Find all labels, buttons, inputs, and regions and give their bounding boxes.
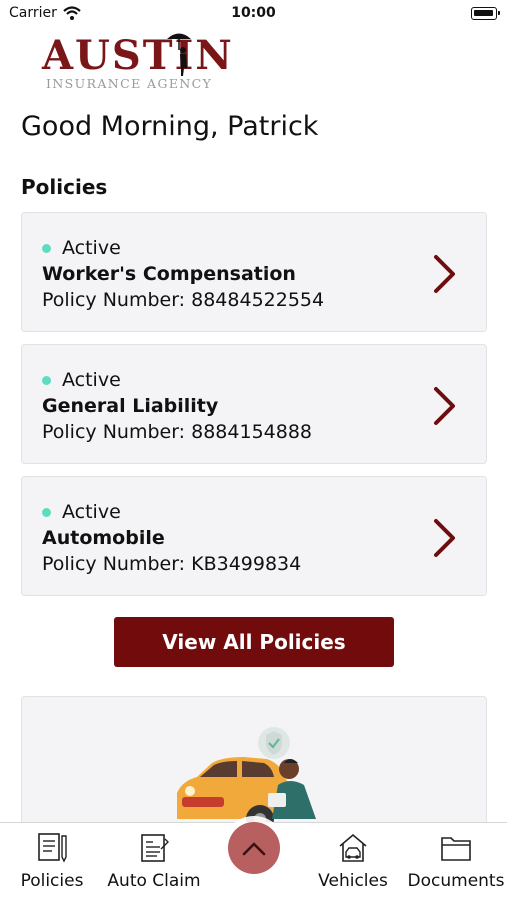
chevron-right-icon (434, 519, 455, 557)
policy-status: Active (42, 501, 121, 523)
policy-title: General Liability (42, 395, 219, 417)
austin-logo: AUSTIN INSURANCE AGENCY (42, 30, 232, 92)
policy-status: Active (42, 237, 121, 259)
view-all-policies-button[interactable]: View All Policies (114, 617, 394, 667)
active-status-dot (42, 507, 51, 517)
tab-label: Auto Claim (107, 871, 201, 891)
policy-card-workers-comp[interactable]: Active Worker's Compensation Policy Numb… (21, 212, 487, 332)
status-bar: Carrier 10:00 (0, 0, 507, 30)
greeting: Good Morning, Patrick (21, 111, 319, 142)
policy-status-label: Active (62, 237, 121, 259)
policy-number: Policy Number: 88484522554 (42, 289, 325, 311)
tab-label: Documents (407, 871, 505, 891)
umbrella-man-icon (167, 33, 191, 76)
battery-icon (471, 7, 500, 20)
tab-auto-claim[interactable]: Auto Claim (107, 831, 201, 891)
logo-word: AUSTIN (42, 32, 234, 79)
auto-claim-promo-card[interactable] (21, 696, 487, 836)
tab-policies[interactable]: Policies (20, 831, 84, 891)
vehicles-icon (339, 833, 367, 862)
active-status-dot (42, 375, 51, 385)
active-status-dot (42, 243, 51, 253)
logo-subtitle: INSURANCE AGENCY (46, 76, 213, 91)
policy-status-label: Active (62, 369, 121, 391)
auto-claim-icon (141, 834, 169, 862)
policy-title: Worker's Compensation (42, 263, 296, 285)
car-inspection-illustration (177, 727, 316, 833)
policies-heading: Policies (21, 175, 108, 199)
tab-label: Vehicles (318, 871, 388, 891)
policy-title: Automobile (42, 527, 165, 549)
expand-menu-button[interactable] (228, 822, 280, 874)
policy-card-automobile[interactable]: Active Automobile Policy Number: KB34998… (21, 476, 487, 596)
documents-icon (441, 837, 471, 861)
policy-number: Policy Number: KB3499834 (42, 553, 302, 575)
policy-status: Active (42, 369, 121, 391)
status-time: 10:00 (231, 5, 276, 21)
chevron-right-icon (434, 387, 455, 425)
policy-status-label: Active (62, 501, 121, 523)
chevron-right-icon (434, 255, 455, 293)
tab-vehicles[interactable]: Vehicles (318, 831, 388, 891)
policy-card-general-liability[interactable]: Active General Liability Policy Number: … (21, 344, 487, 464)
policies-icon (38, 833, 67, 863)
chevron-up-icon (242, 842, 266, 856)
policy-number: Policy Number: 8884154888 (42, 421, 313, 443)
tab-label: Policies (20, 871, 84, 891)
tab-documents[interactable]: Documents (407, 831, 505, 891)
